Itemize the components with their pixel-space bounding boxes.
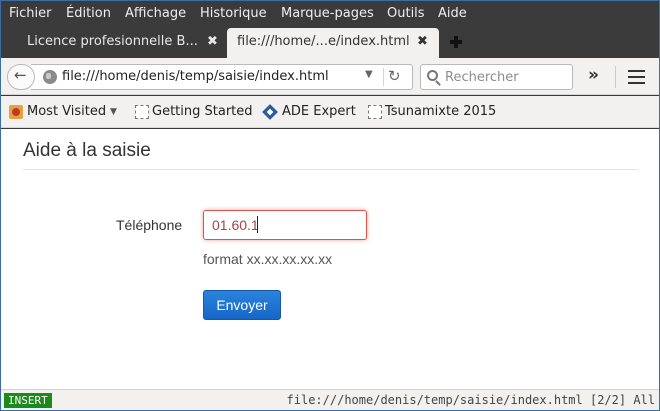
url-text[interactable]: file:///home/denis/temp/saisie/index.htm… xyxy=(62,69,329,84)
page-icon xyxy=(368,105,382,119)
most-visited-icon xyxy=(9,105,23,119)
new-tab-icon[interactable] xyxy=(447,33,465,51)
bookmark-getting-started[interactable]: Getting Started xyxy=(152,104,253,119)
menu-historique[interactable]: Historique xyxy=(200,6,267,21)
page-content: Aide à la saisie Téléphone format xx.xx.… xyxy=(1,129,659,389)
phone-input[interactable] xyxy=(203,210,367,240)
menu-outils[interactable]: Outils xyxy=(387,6,425,21)
search-icon xyxy=(427,70,438,81)
url-bar[interactable]: file:///home/denis/temp/saisie/index.htm… xyxy=(31,64,413,90)
tab-title: file:///home/...e/index.html xyxy=(237,34,410,49)
status-bar: INSERT file:///home/denis/temp/saisie/in… xyxy=(1,389,659,410)
chevron-down-icon[interactable]: ▼ xyxy=(365,69,373,80)
bookmark-most-visited[interactable]: Most Visited xyxy=(27,104,106,119)
tab-title: Licence profesionnelle B... xyxy=(27,34,198,49)
search-box[interactable] xyxy=(420,64,573,90)
phone-label: Téléphone xyxy=(116,217,183,233)
bookmark-tsunamixte[interactable]: Tsunamixte 2015 xyxy=(385,104,496,119)
close-icon[interactable]: ✖ xyxy=(417,34,428,49)
menu-affichage[interactable]: Affichage xyxy=(125,6,186,21)
browser-window: Fichier Édition Affichage Historique Mar… xyxy=(0,0,660,411)
hamburger-menu-icon[interactable] xyxy=(628,70,645,84)
page-icon xyxy=(135,105,149,119)
format-help-text: format xx.xx.xx.xx.xx xyxy=(203,251,333,267)
status-info: file:///home/denis/temp/saisie/index.htm… xyxy=(286,393,655,407)
search-input[interactable] xyxy=(445,68,569,86)
submit-button[interactable]: Envoyer xyxy=(203,290,281,320)
text-caret xyxy=(257,216,258,233)
mode-badge: INSERT xyxy=(4,393,52,408)
divider xyxy=(23,169,638,170)
menu-bar: Fichier Édition Affichage Historique Mar… xyxy=(1,1,659,28)
reload-icon[interactable]: ↻ xyxy=(388,67,401,85)
menu-marque-pages[interactable]: Marque-pages xyxy=(281,6,374,21)
menu-fichier[interactable]: Fichier xyxy=(9,6,52,21)
close-icon[interactable]: ✖ xyxy=(207,34,218,49)
menu-edition[interactable]: Édition xyxy=(66,6,111,21)
back-arrow-icon: ← xyxy=(14,66,27,84)
tab-bar: Licence profesionnelle B... ✖ file:///ho… xyxy=(1,28,659,58)
chevron-down-icon[interactable]: ▼ xyxy=(110,107,117,117)
page-title: Aide à la saisie xyxy=(23,140,151,161)
bookmarks-bar: Most Visited ▼ Getting Started ADE Exper… xyxy=(1,96,659,128)
menu-aide[interactable]: Aide xyxy=(438,6,467,21)
toolbar-divider xyxy=(615,66,616,88)
bookmark-ade-expert[interactable]: ADE Expert xyxy=(282,104,356,119)
back-button[interactable]: ← xyxy=(7,64,35,90)
url-divider xyxy=(383,68,384,86)
globe-icon xyxy=(43,70,57,84)
overflow-icon[interactable]: » xyxy=(588,65,599,85)
ade-expert-icon xyxy=(262,104,278,120)
tab-licence[interactable]: Licence profesionnelle B... ✖ xyxy=(15,28,225,58)
navigation-bar: file:///home/denis/temp/saisie/index.htm… xyxy=(1,58,659,95)
tab-index-active[interactable]: file:///home/...e/index.html ✖ xyxy=(227,28,439,58)
